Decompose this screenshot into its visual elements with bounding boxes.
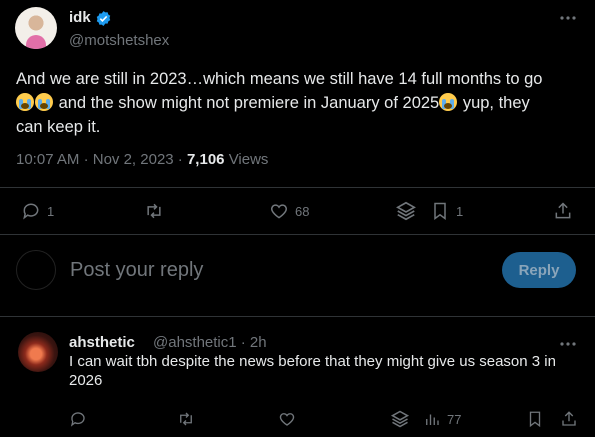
share-button[interactable] xyxy=(560,409,578,429)
bookmark-icon xyxy=(434,202,446,220)
more-options-icon[interactable] xyxy=(558,334,578,354)
reply-button[interactable] xyxy=(69,410,87,428)
share-icon xyxy=(555,202,571,219)
analytics-icon xyxy=(426,414,439,425)
author-display-name[interactable]: idk xyxy=(69,9,91,26)
views-label: Views xyxy=(228,151,269,168)
reply-author-handle[interactable]: @ahsthetic1 · 2h xyxy=(153,334,267,351)
tweet-text: And we are still in 2023…which means we … xyxy=(16,67,576,139)
loudly-crying-face-icon xyxy=(35,93,53,111)
share-icon xyxy=(562,411,576,426)
views-button[interactable]: 77 xyxy=(423,410,461,428)
share-button[interactable] xyxy=(553,200,573,222)
like-count: 68 xyxy=(295,203,310,219)
heart-icon xyxy=(279,413,295,426)
reply-text: I can wait tbh despite the news before t… xyxy=(69,353,556,389)
layers-icon xyxy=(390,410,410,428)
reply-input[interactable]: Post your reply xyxy=(70,259,203,282)
reply-submit-button[interactable]: Reply xyxy=(502,252,576,288)
tweet-text-line: And we are still in 2023…which means we … xyxy=(16,70,543,88)
loudly-crying-face-icon xyxy=(439,93,458,111)
bookmark-count: 1 xyxy=(456,203,464,219)
tweet-text-line: can keep it. xyxy=(16,118,101,136)
reply-icon xyxy=(70,412,85,427)
grok-analyze-button[interactable] xyxy=(390,409,410,429)
tweet-date[interactable]: Nov 2, 2023 xyxy=(93,151,174,168)
repost-icon xyxy=(180,412,192,426)
reply-author-display-name[interactable]: ahsthetic xyxy=(69,334,135,351)
tweet-text-line: and the show might not premiere in Janua… xyxy=(16,91,576,115)
like-button[interactable] xyxy=(278,410,296,428)
divider xyxy=(0,234,595,235)
avatar[interactable] xyxy=(18,332,58,372)
tweet-meta: 10:07 AM · Nov 2, 2023 · 7,106 Views xyxy=(16,151,269,168)
reply-button[interactable]: 1 xyxy=(21,201,54,221)
tweet-time[interactable]: 10:07 AM xyxy=(16,151,79,168)
divider xyxy=(0,187,595,188)
more-options-icon[interactable] xyxy=(558,8,578,28)
bookmark-icon xyxy=(529,411,541,428)
avatar[interactable] xyxy=(16,250,56,290)
repost-icon xyxy=(147,203,161,219)
grok-analyze-button[interactable] xyxy=(395,200,417,222)
bookmark-button[interactable]: 1 xyxy=(430,200,463,222)
reply-count: 1 xyxy=(47,203,55,219)
bookmark-button[interactable] xyxy=(526,410,544,428)
heart-icon xyxy=(271,204,287,219)
author-handle[interactable]: @motshetshex xyxy=(69,32,169,49)
verified-badge-icon xyxy=(95,10,112,27)
views-count: 7,106 xyxy=(186,151,225,168)
avatar[interactable] xyxy=(15,7,57,49)
repost-button[interactable] xyxy=(143,201,165,221)
loudly-crying-face-icon xyxy=(16,93,34,111)
divider xyxy=(0,316,595,317)
reply-views-count: 77 xyxy=(447,411,462,427)
like-button[interactable]: 68 xyxy=(269,201,309,221)
repost-button[interactable] xyxy=(176,410,196,428)
layers-icon xyxy=(396,201,416,221)
reply-icon xyxy=(23,203,39,220)
